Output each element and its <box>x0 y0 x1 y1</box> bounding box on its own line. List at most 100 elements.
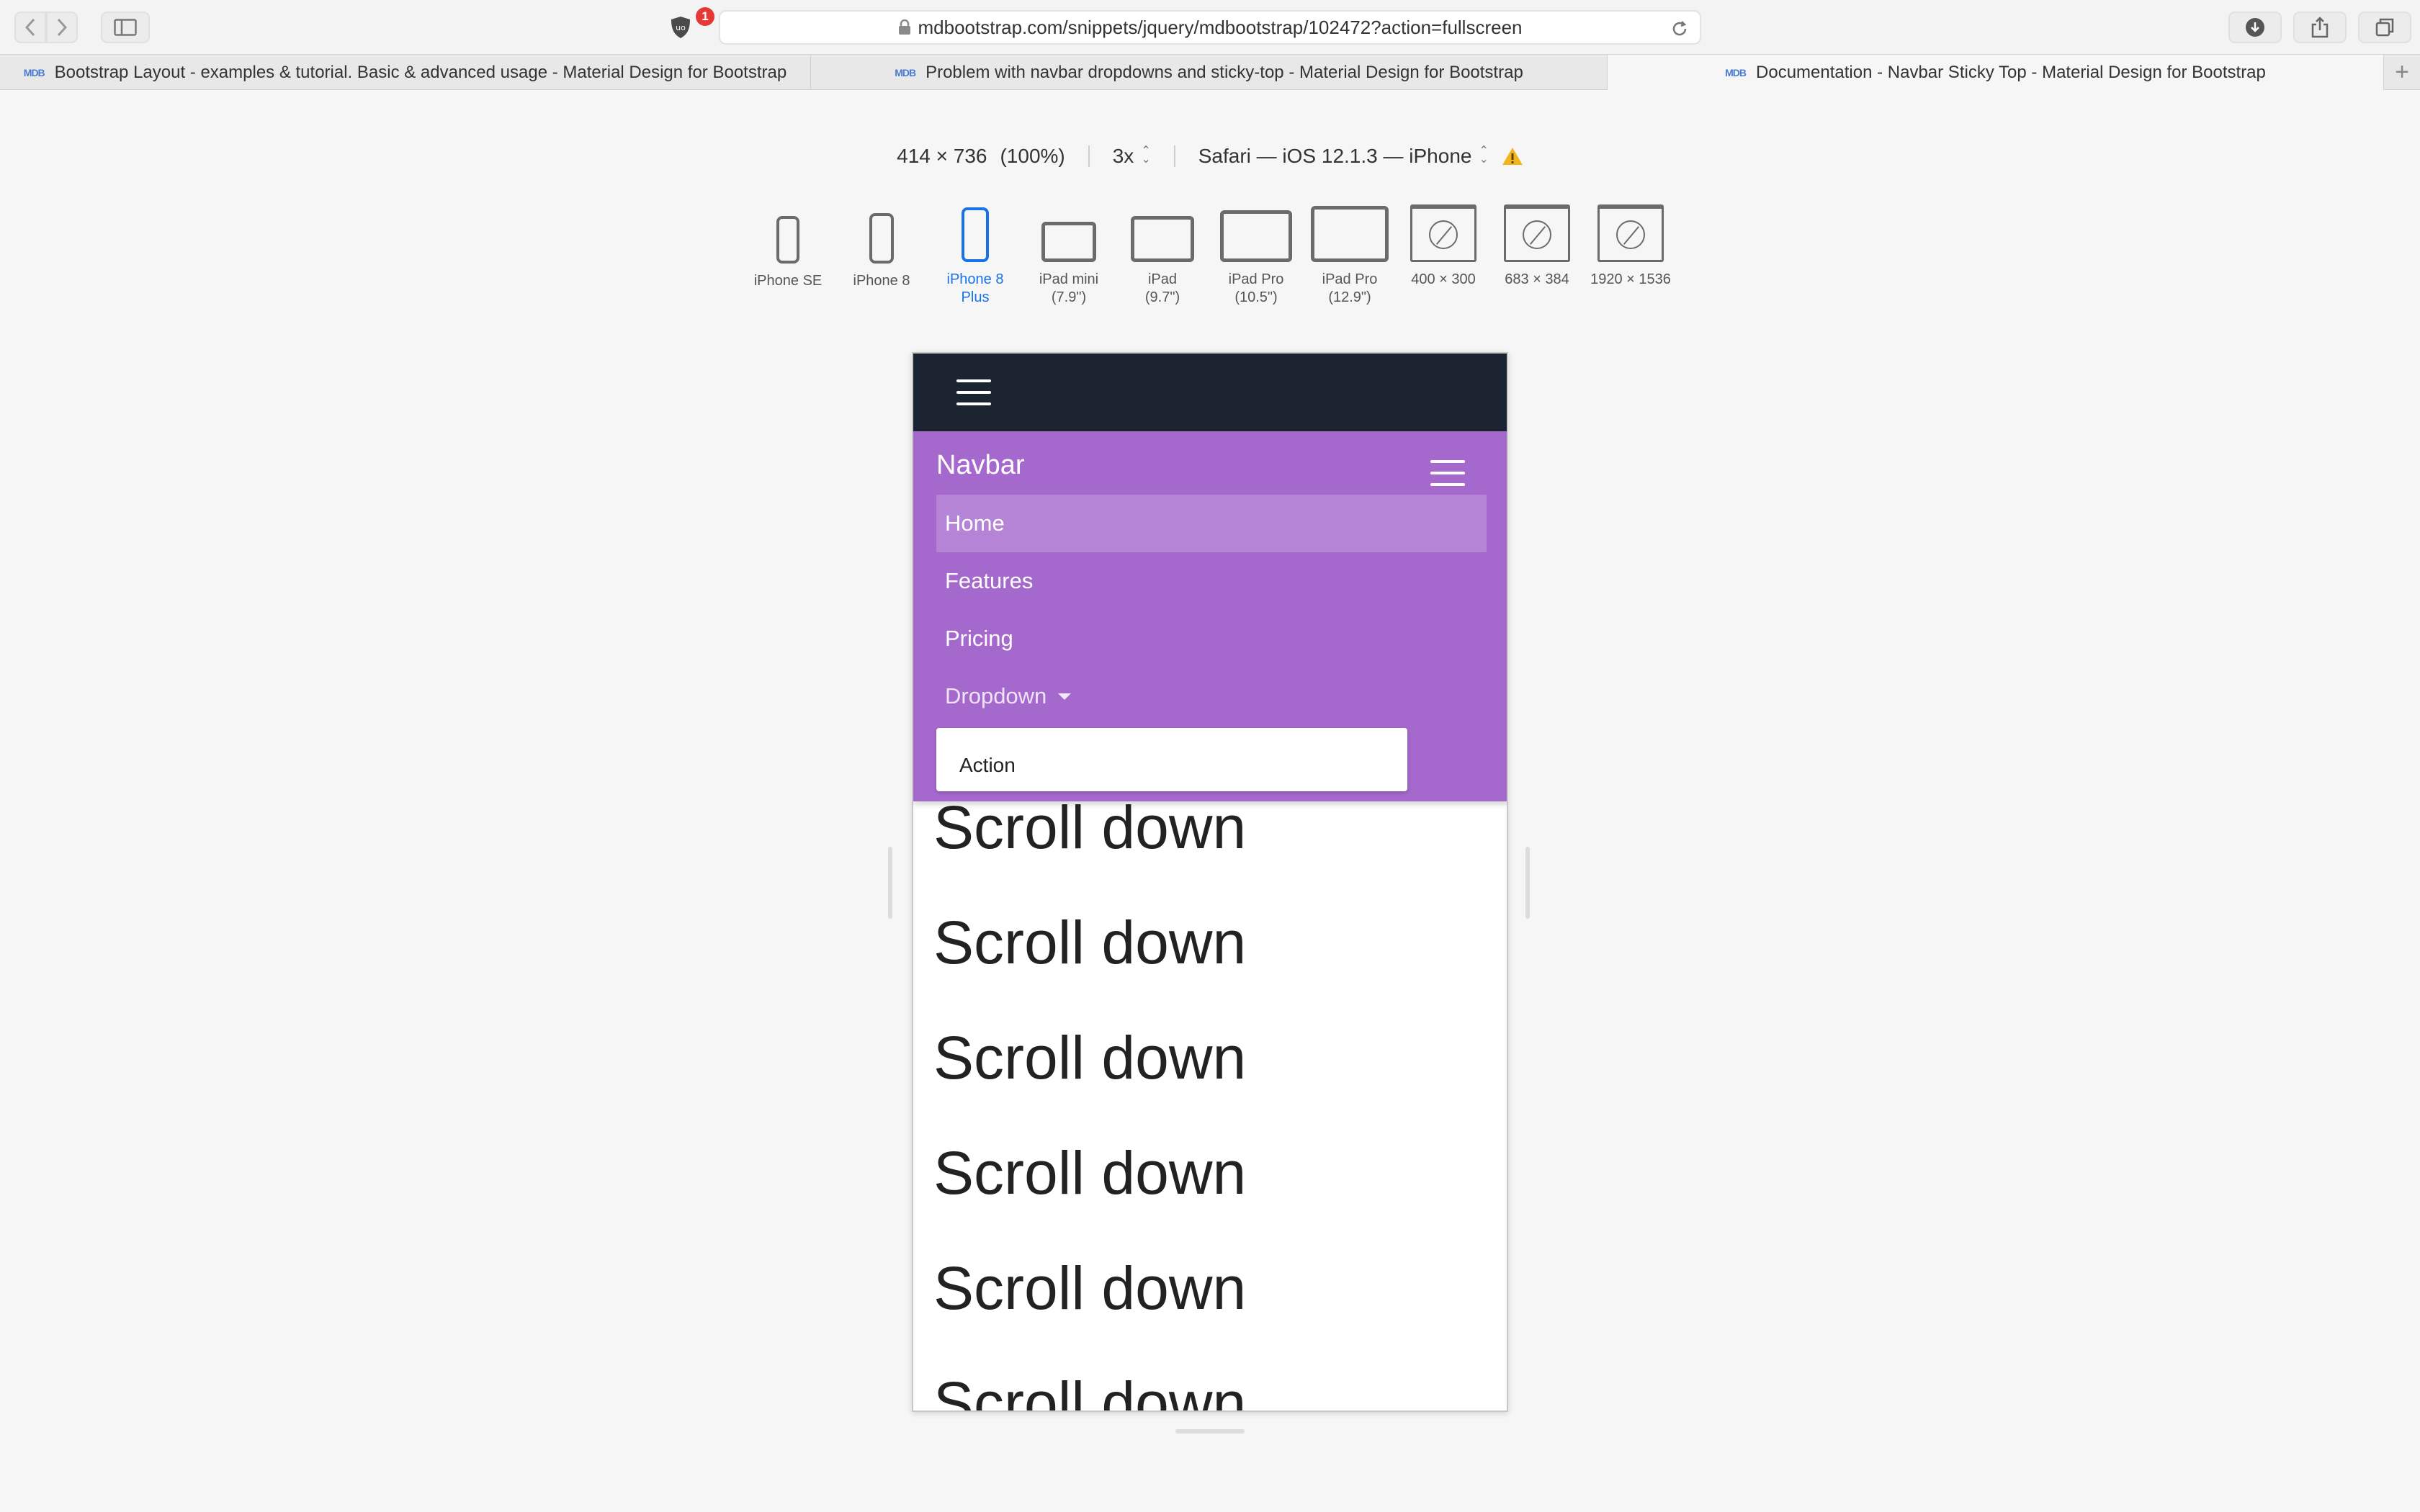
forward-button[interactable] <box>46 12 78 43</box>
mdb-logo-icon: MDB <box>23 66 45 78</box>
new-tab-button[interactable]: + <box>2384 55 2420 90</box>
device-1920x1536[interactable]: 1920 × 1536 <box>1587 202 1674 289</box>
nav-link-home[interactable]: Home <box>936 495 1487 552</box>
device-label: iPad <box>1147 271 1178 287</box>
scroll-down-heading: Scroll down <box>933 1254 1247 1322</box>
device-iphone-8[interactable]: iPhone 8 <box>838 202 925 290</box>
share-button[interactable] <box>2293 12 2347 43</box>
tab-title: Documentation - Navbar Sticky Top - Mate… <box>1756 62 2266 82</box>
device-label-line2: (7.9") <box>1051 289 1087 305</box>
tablet-icon <box>1311 206 1389 262</box>
hamburger-menu-icon[interactable] <box>1430 460 1465 486</box>
tab-bootstrap-layout[interactable]: MDB Bootstrap Layout - examples & tutori… <box>0 55 811 90</box>
warning-icon[interactable] <box>1502 147 1523 166</box>
navbar-brand[interactable]: Navbar <box>936 450 1025 481</box>
page-content: Scroll down Scroll down Scroll down Scro… <box>913 793 1507 1412</box>
compass-icon <box>1410 204 1476 262</box>
device-viewport: Scroll down Scroll down Scroll down Scro… <box>912 352 1508 1412</box>
hamburger-menu-icon[interactable] <box>956 379 991 405</box>
tab-title: Problem with navbar dropdowns and sticky… <box>926 62 1523 82</box>
tab-bar: MDB Bootstrap Layout - examples & tutori… <box>0 54 2420 90</box>
device-ipad[interactable]: iPad (9.7") <box>1119 202 1206 307</box>
device-ipad-pro-10-5[interactable]: iPad Pro (10.5") <box>1213 202 1299 307</box>
device-label-line2: (10.5") <box>1234 289 1278 305</box>
device-label: 400 × 300 <box>1411 271 1476 287</box>
updown-chevron-icon: ⌃ ⌄ <box>1479 145 1489 166</box>
nav-link-dropdown[interactable]: Dropdown <box>936 667 1487 725</box>
plus-icon: + <box>2395 58 2409 86</box>
device-label: 1920 × 1536 <box>1590 271 1671 287</box>
dropdown-menu: Action <box>936 728 1407 791</box>
scroll-down-heading: Scroll down <box>933 1024 1247 1092</box>
dropdown-label: Dropdown <box>945 683 1047 708</box>
resize-handle-right[interactable] <box>1525 847 1530 919</box>
user-agent-select[interactable]: Safari — iOS 12.1.3 — iPhone ⌃ ⌄ <box>1198 145 1489 168</box>
share-icon <box>2311 17 2329 38</box>
nav-link-pricing[interactable]: Pricing <box>936 610 1487 667</box>
device-ipad-pro-12-9[interactable]: iPad Pro (12.9") <box>1307 202 1393 307</box>
updown-chevron-icon: ⌃ ⌄ <box>1141 145 1151 166</box>
download-icon <box>2246 18 2264 37</box>
dark-navbar <box>913 354 1507 431</box>
tabs-icon <box>2375 18 2394 37</box>
tablet-icon <box>1131 216 1194 262</box>
caret-down-icon <box>1058 693 1072 700</box>
browser-toolbar: uo 1 mdbootstrap.com/snippets/jquery/mdb… <box>0 0 2420 54</box>
tab-navbar-sticky-top[interactable]: MDB Documentation - Navbar Sticky Top - … <box>1608 55 2384 90</box>
chevron-right-icon <box>57 18 68 37</box>
url-text: mdbootstrap.com/snippets/jquery/mdbootst… <box>918 16 1523 38</box>
back-button[interactable] <box>14 12 46 43</box>
device-label: iPad mini <box>1039 271 1099 287</box>
sidebar-icon <box>114 19 137 36</box>
separator <box>1088 145 1090 167</box>
ublock-extension-button[interactable]: uo <box>663 12 699 43</box>
dropdown-item-action[interactable]: Action <box>959 754 1016 777</box>
device-iphone-se[interactable]: iPhone SE <box>745 202 831 290</box>
compass-icon <box>1504 204 1570 262</box>
device-iphone-8-plus[interactable]: iPhone 8 Plus <box>932 202 1018 307</box>
sidebar-button[interactable] <box>101 12 150 43</box>
zoom-level: (100%) <box>1000 145 1065 167</box>
device-label: iPhone 8 <box>853 273 910 289</box>
resize-handle-bottom[interactable] <box>1175 1429 1245 1434</box>
tab-title: Bootstrap Layout - examples & tutorial. … <box>54 62 787 82</box>
responsive-design-bar: 414 × 736 (100%) 3x ⌃ ⌄ Safari — iOS 12.1.… <box>0 138 2420 174</box>
downloads-button[interactable] <box>2228 12 2282 43</box>
tablet-icon <box>1220 210 1292 262</box>
device-label-line2: (12.9") <box>1328 289 1371 305</box>
scroll-down-heading: Scroll down <box>933 1369 1247 1412</box>
device-label: 683 × 384 <box>1505 271 1569 287</box>
phone-icon <box>869 213 894 264</box>
extension-badge: 1 <box>696 7 714 26</box>
tablet-icon <box>1041 222 1096 262</box>
scroll-down-heading: Scroll down <box>933 909 1247 976</box>
device-label-line2: Plus <box>961 289 990 305</box>
chevron-left-icon <box>24 18 35 37</box>
device-label: iPhone SE <box>753 273 823 289</box>
device-label-line2: (9.7") <box>1144 289 1180 305</box>
device-ipad-mini[interactable]: iPad mini (7.9") <box>1026 202 1112 307</box>
pixel-ratio-value: 3x <box>1112 145 1134 167</box>
pixel-ratio-select[interactable]: 3x ⌃ ⌄ <box>1113 145 1151 168</box>
svg-text:uo: uo <box>676 23 686 32</box>
nav-link-features[interactable]: Features <box>936 552 1487 610</box>
shield-icon: uo <box>671 17 690 38</box>
device-400x300[interactable]: 400 × 300 <box>1400 202 1487 289</box>
device-683x384[interactable]: 683 × 384 <box>1494 202 1580 289</box>
tab-navbar-dropdowns-problem[interactable]: MDB Problem with navbar dropdowns and st… <box>811 55 1608 90</box>
lock-icon <box>898 19 910 35</box>
user-agent-value: Safari — iOS 12.1.3 — iPhone <box>1198 145 1472 167</box>
sticky-navbar: Navbar Home Features Pricing Dropdown Ac… <box>913 431 1507 801</box>
scroll-down-heading: Scroll down <box>933 1139 1247 1207</box>
viewport-dimensions: 414 × 736 <box>897 145 987 167</box>
resize-handle-left[interactable] <box>888 847 892 919</box>
address-bar[interactable]: mdbootstrap.com/snippets/jquery/mdbootst… <box>719 10 1701 45</box>
mdb-logo-icon: MDB <box>895 66 916 78</box>
compass-icon <box>1597 204 1664 262</box>
tab-overview-button[interactable] <box>2358 12 2411 43</box>
device-label: iPhone 8 <box>946 271 1004 287</box>
reload-icon[interactable] <box>1670 19 1690 39</box>
scroll-down-heading: Scroll down <box>933 793 1247 861</box>
phone-icon <box>776 216 799 264</box>
phone-icon <box>962 207 989 262</box>
